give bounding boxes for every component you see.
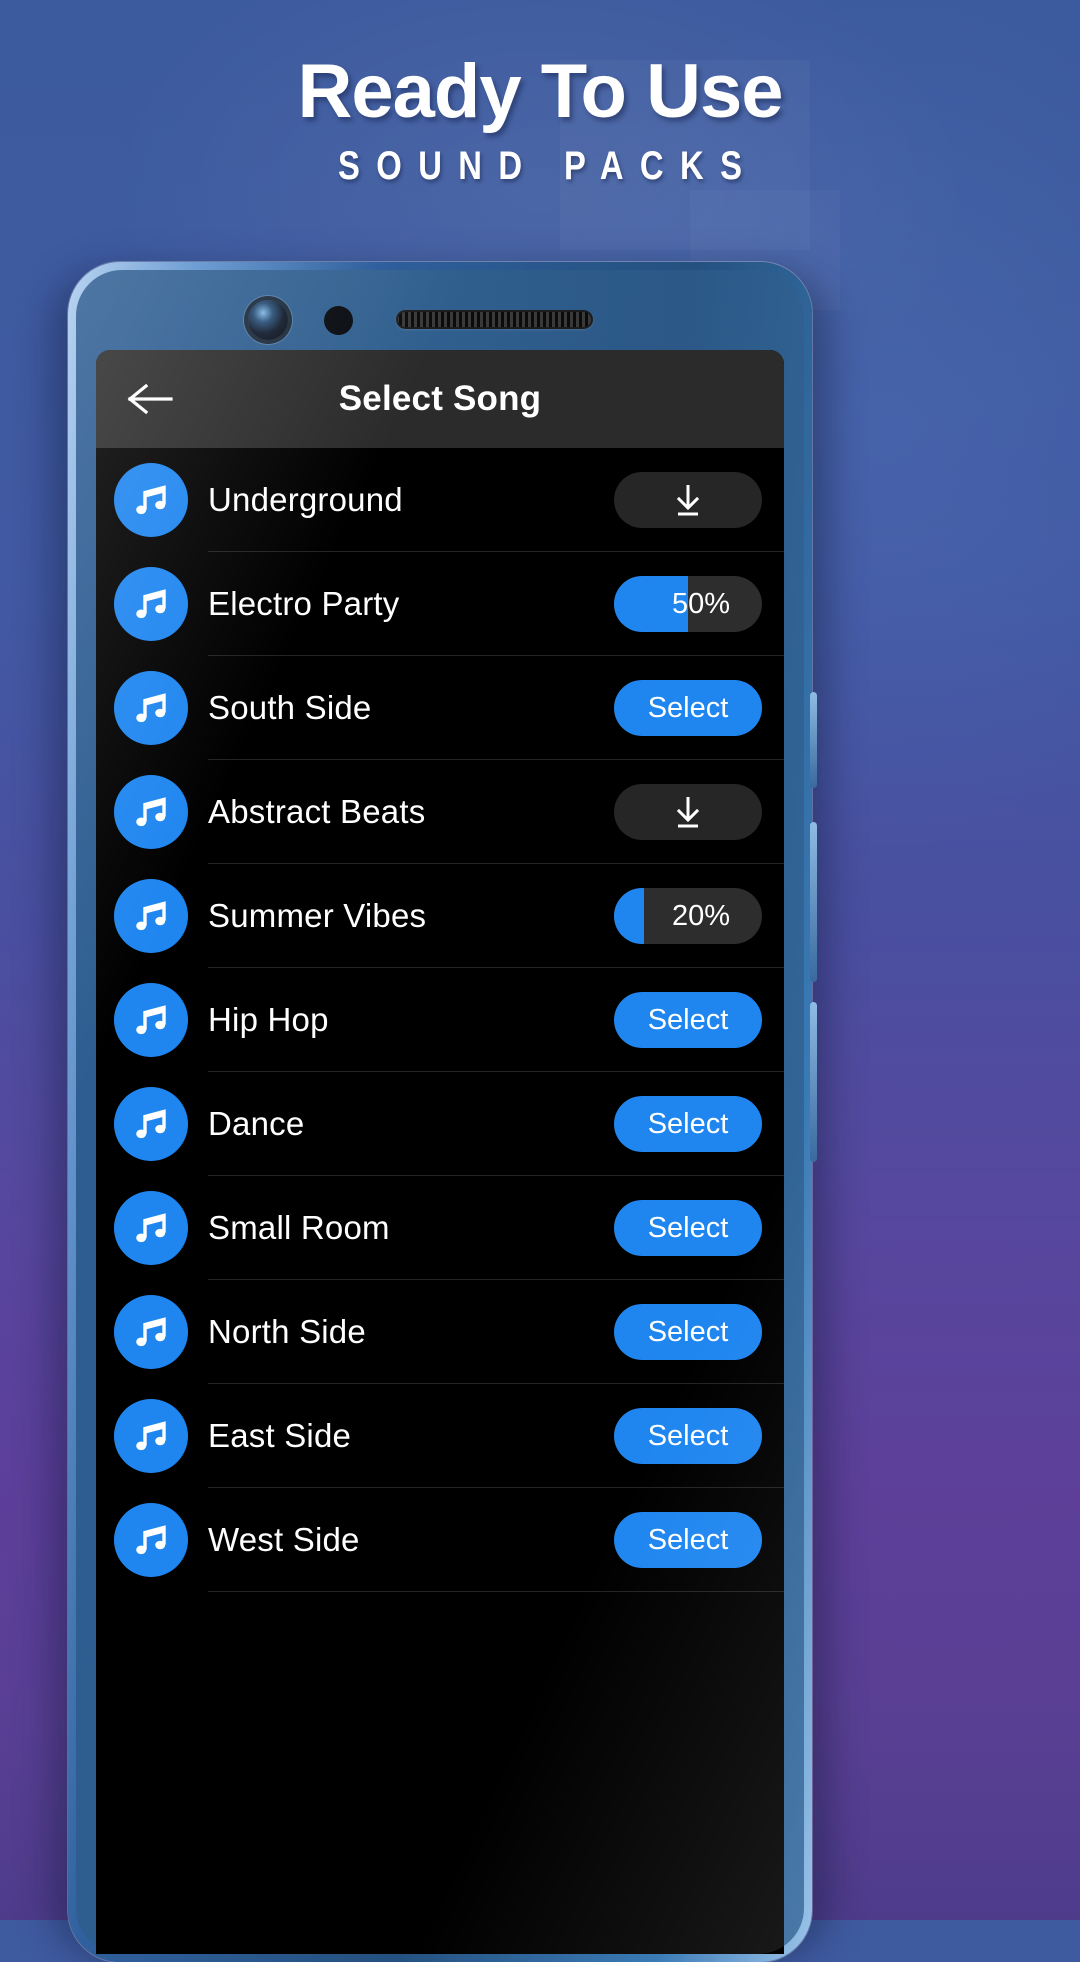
- song-action: Select: [614, 1200, 762, 1256]
- promo-header: Ready To Use SOUND PACKS: [0, 52, 1080, 189]
- song-row[interactable]: Electro Party 50%: [96, 552, 784, 656]
- song-row[interactable]: Small Room Select: [96, 1176, 784, 1280]
- song-title: Abstract Beats: [208, 793, 426, 830]
- song-action: Select: [614, 680, 762, 736]
- song-title: Underground: [208, 481, 403, 518]
- music-note-badge: [114, 775, 188, 849]
- song-row[interactable]: South Side Select: [96, 656, 784, 760]
- phone-sensor-area: [76, 282, 804, 348]
- song-action: [614, 472, 762, 528]
- song-row[interactable]: Summer Vibes 20%: [96, 864, 784, 968]
- music-note-icon: [136, 1421, 166, 1451]
- music-note-badge: [114, 983, 188, 1057]
- music-note-badge: [114, 1503, 188, 1577]
- music-note-icon: [136, 901, 166, 931]
- song-title: South Side: [208, 689, 372, 726]
- phone-mockup: Select Song Underground Electro Party 50% S…: [50, 262, 830, 1962]
- song-title: Summer Vibes: [208, 897, 427, 934]
- song-row[interactable]: North Side Select: [96, 1280, 784, 1384]
- promo-title: Ready To Use: [297, 49, 784, 134]
- page-title: Select Song: [338, 379, 542, 418]
- song-row[interactable]: Abstract Beats: [96, 760, 784, 864]
- music-note-badge: [114, 1399, 188, 1473]
- download-button[interactable]: [614, 472, 762, 528]
- promo-subtitle: SOUND PACKS: [338, 143, 759, 188]
- download-icon: [676, 797, 700, 828]
- music-note-badge: [114, 1191, 188, 1265]
- arrow-left-icon: [127, 383, 173, 415]
- song-row[interactable]: West Side Select: [96, 1488, 784, 1592]
- song-list: Underground Electro Party 50% South Side Sel…: [96, 448, 784, 1592]
- row-separator: [208, 1591, 784, 1592]
- song-title: Dance: [208, 1105, 305, 1142]
- song-title: West Side: [208, 1521, 360, 1558]
- music-note-icon: [136, 1317, 166, 1347]
- volume-down-button[interactable]: [810, 1002, 817, 1162]
- download-icon: [676, 485, 700, 516]
- music-note-badge: [114, 1087, 188, 1161]
- select-button[interactable]: Select: [614, 1096, 762, 1152]
- music-note-icon: [136, 1109, 166, 1139]
- power-button[interactable]: [810, 692, 817, 788]
- song-row[interactable]: Dance Select: [96, 1072, 784, 1176]
- song-action: Select: [614, 1096, 762, 1152]
- music-note-icon: [136, 693, 166, 723]
- phone-screen: Select Song Underground Electro Party 50% S…: [96, 350, 784, 1954]
- volume-up-button[interactable]: [810, 822, 817, 982]
- earpiece-speaker-icon: [396, 310, 593, 329]
- music-note-icon: [136, 485, 166, 515]
- download-progress-bar[interactable]: 50%: [614, 576, 762, 632]
- app-toolbar: Select Song: [96, 350, 784, 448]
- song-row[interactable]: Hip Hop Select: [96, 968, 784, 1072]
- song-action: Select: [614, 1512, 762, 1568]
- song-action: Select: [614, 1408, 762, 1464]
- progress-label: 20%: [671, 899, 731, 932]
- select-button[interactable]: Select: [614, 1512, 762, 1568]
- music-note-icon: [136, 797, 166, 827]
- song-title: East Side: [208, 1417, 352, 1454]
- progress-label: 50%: [671, 587, 731, 620]
- front-camera-icon: [248, 300, 288, 340]
- song-action: Select: [614, 992, 762, 1048]
- song-row[interactable]: East Side Select: [96, 1384, 784, 1488]
- music-note-icon: [136, 1005, 166, 1035]
- music-note-icon: [136, 589, 166, 619]
- select-button[interactable]: Select: [614, 1408, 762, 1464]
- music-note-icon: [136, 1525, 166, 1555]
- music-note-badge: [114, 567, 188, 641]
- song-title: Electro Party: [208, 585, 400, 622]
- song-action: 20%: [614, 888, 762, 944]
- song-title: Small Room: [208, 1209, 390, 1246]
- select-button[interactable]: Select: [614, 1304, 762, 1360]
- music-note-icon: [136, 1213, 166, 1243]
- progress-fill: [614, 888, 644, 944]
- song-title: Hip Hop: [208, 1001, 329, 1038]
- proximity-sensor-icon: [324, 306, 353, 335]
- download-button[interactable]: [614, 784, 762, 840]
- music-note-badge: [114, 671, 188, 745]
- music-note-badge: [114, 1295, 188, 1369]
- song-action: 50%: [614, 576, 762, 632]
- song-title: North Side: [208, 1313, 366, 1350]
- select-button[interactable]: Select: [614, 992, 762, 1048]
- song-action: Select: [614, 1304, 762, 1360]
- music-note-badge: [114, 463, 188, 537]
- select-button[interactable]: Select: [614, 680, 762, 736]
- song-row[interactable]: Underground: [96, 448, 784, 552]
- back-button[interactable]: [122, 371, 178, 427]
- select-button[interactable]: Select: [614, 1200, 762, 1256]
- song-action: [614, 784, 762, 840]
- music-note-badge: [114, 879, 188, 953]
- download-progress-bar[interactable]: 20%: [614, 888, 762, 944]
